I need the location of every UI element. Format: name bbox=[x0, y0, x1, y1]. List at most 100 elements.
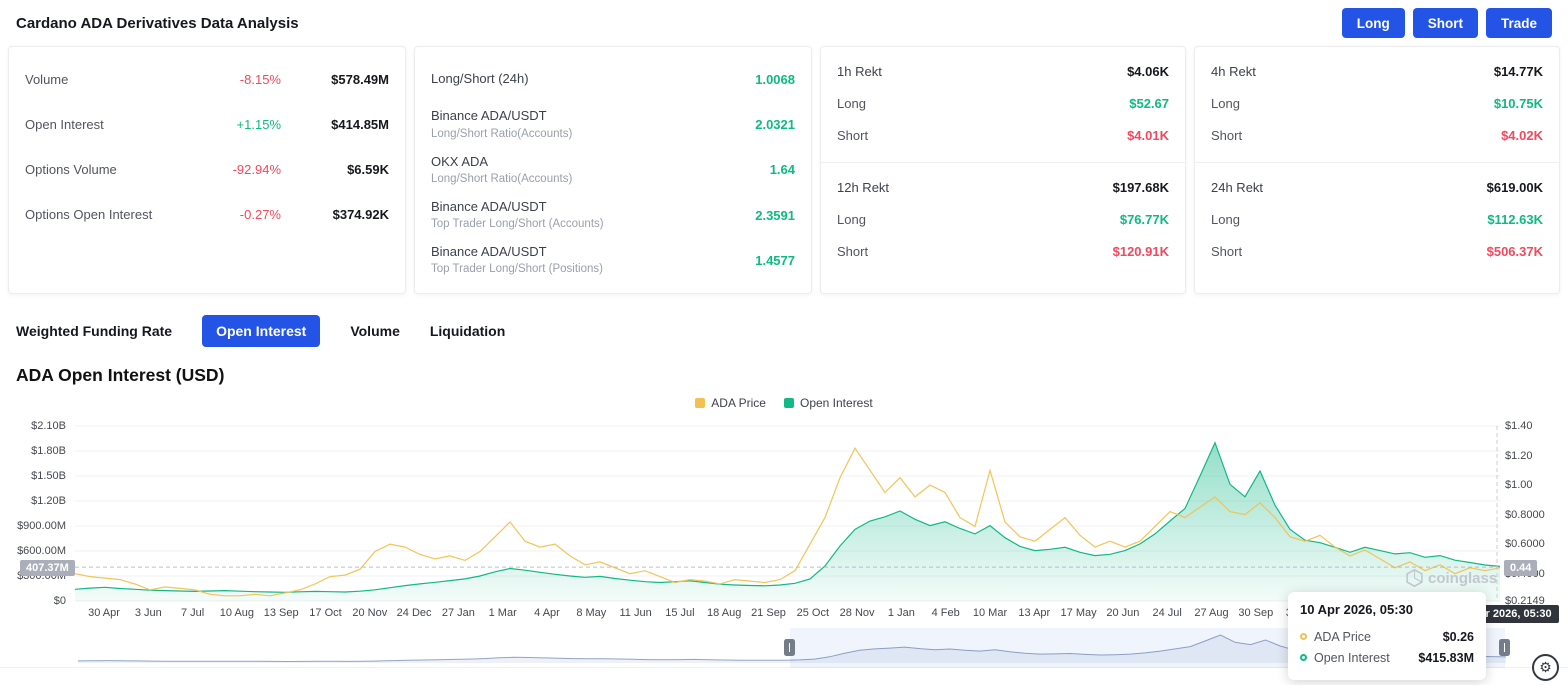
x-axis-label: 1 Mar bbox=[489, 607, 517, 619]
rekt-period-label: 24h Rekt bbox=[1211, 180, 1487, 195]
gear-icon: ⚙ bbox=[1539, 659, 1552, 676]
stats-card: Volume -8.15% $578.49M Open Interest +1.… bbox=[8, 46, 406, 294]
stat-label: Open Interest bbox=[25, 117, 205, 132]
x-axis-label: 1 Jan bbox=[888, 607, 915, 619]
tooltip-row-open-interest: Open Interest $415.83M bbox=[1300, 647, 1474, 668]
rekt-short-label: Short bbox=[1211, 244, 1487, 259]
rekt-total: $14.77K bbox=[1494, 64, 1543, 79]
rekt-short-label: Short bbox=[1211, 128, 1501, 143]
x-axis-label: 10 Aug bbox=[220, 607, 254, 619]
rekt-section-12h: 12h Rekt$197.68K Long$76.77K Short$120.9… bbox=[821, 163, 1185, 278]
y-axis-left-label: $2.10B bbox=[0, 420, 66, 432]
x-axis-label: 17 May bbox=[1061, 607, 1097, 619]
stat-change: -0.27% bbox=[205, 207, 281, 222]
x-axis-label: 21 Sep bbox=[751, 607, 786, 619]
x-axis-label: 3 Jun bbox=[135, 607, 162, 619]
ratio-row: Binance ADA/USDT Long/Short Ratio(Accoun… bbox=[431, 102, 795, 147]
rekt-short-value: $4.01K bbox=[1127, 128, 1169, 143]
legend-item-open-interest[interactable]: Open Interest bbox=[784, 396, 873, 410]
stat-label: Options Open Interest bbox=[25, 207, 205, 222]
ratio-row: OKX ADA Long/Short Ratio(Accounts) 1.64 bbox=[431, 147, 795, 192]
x-axis-label: 17 Oct bbox=[309, 607, 341, 619]
page-title: Cardano ADA Derivatives Data Analysis bbox=[16, 15, 299, 32]
y-axis-left-label: $600.00M bbox=[0, 545, 66, 557]
tab-open-interest[interactable]: Open Interest bbox=[202, 315, 320, 347]
tooltip-label: Open Interest bbox=[1314, 651, 1411, 665]
stat-change: -8.15% bbox=[205, 72, 281, 87]
rekt-total: $197.68K bbox=[1113, 180, 1169, 195]
stat-row-open-interest: Open Interest +1.15% $414.85M bbox=[25, 102, 389, 147]
chart-tooltip: 10 Apr 2026, 05:30 ADA Price $0.26 Open … bbox=[1288, 592, 1486, 680]
x-axis-label: 27 Jan bbox=[442, 607, 475, 619]
ratio-label: Binance ADA/USDT bbox=[431, 244, 755, 260]
header-actions: Long Short Trade bbox=[1342, 8, 1552, 38]
navigator-handle-left[interactable] bbox=[784, 639, 795, 656]
rekt-long-value: $52.67 bbox=[1129, 96, 1169, 111]
long-button[interactable]: Long bbox=[1342, 8, 1405, 38]
ratio-value: 2.3591 bbox=[755, 208, 795, 223]
tooltip-value: $0.26 bbox=[1443, 630, 1474, 644]
rekt-long-value: $10.75K bbox=[1494, 96, 1543, 111]
chart-tabs: Weighted Funding Rate Open Interest Volu… bbox=[0, 302, 1568, 353]
y-axis-right-label: $0.8000 bbox=[1505, 509, 1545, 521]
x-axis-label: 8 May bbox=[576, 607, 606, 619]
x-axis-label: 4 Apr bbox=[534, 607, 560, 619]
ratio-value: 1.4577 bbox=[755, 253, 795, 268]
ratio-sublabel: Top Trader Long/Short (Accounts) bbox=[431, 217, 755, 231]
summary-cards: Volume -8.15% $578.49M Open Interest +1.… bbox=[0, 46, 1568, 302]
rekt-section-4h: 4h Rekt$14.77K Long$10.75K Short$4.02K bbox=[1195, 47, 1559, 162]
x-axis-label: 13 Apr bbox=[1018, 607, 1050, 619]
chart-legend: ADA Price Open Interest bbox=[0, 396, 1568, 410]
rekt-section-24h: 24h Rekt$619.00K Long$112.63K Short$506.… bbox=[1195, 163, 1559, 278]
y-axis-right-label: $1.20 bbox=[1505, 450, 1533, 462]
x-axis-label: 24 Dec bbox=[397, 607, 432, 619]
x-axis-label: 7 Jul bbox=[181, 607, 204, 619]
y-axis-right-label: $0.6000 bbox=[1505, 538, 1545, 550]
stat-value: $6.59K bbox=[309, 162, 389, 177]
watermark-text: coinglass bbox=[1428, 570, 1497, 587]
rekt-long-label: Long bbox=[837, 96, 1129, 111]
ratio-row: Long/Short (24h) 1.0068 bbox=[431, 57, 795, 102]
rekt-long-label: Long bbox=[837, 212, 1120, 227]
x-axis-label: 11 Jun bbox=[619, 607, 651, 619]
ratio-value: 1.64 bbox=[770, 162, 795, 177]
y-axis-left-label: $900.00M bbox=[0, 520, 66, 532]
ratio-sublabel: Long/Short Ratio(Accounts) bbox=[431, 172, 770, 186]
short-button[interactable]: Short bbox=[1413, 8, 1478, 38]
legend-item-ada-price[interactable]: ADA Price bbox=[695, 396, 766, 410]
stat-change: -92.94% bbox=[205, 162, 281, 177]
trade-button[interactable]: Trade bbox=[1486, 8, 1552, 38]
rekt-card-4h-24h: 4h Rekt$14.77K Long$10.75K Short$4.02K 2… bbox=[1194, 46, 1560, 294]
ratio-label: OKX ADA bbox=[431, 154, 770, 170]
x-axis-label: 27 Aug bbox=[1194, 607, 1228, 619]
ratio-value: 1.0068 bbox=[755, 72, 795, 87]
x-axis-label: 20 Nov bbox=[352, 607, 387, 619]
y-axis-left-label: $0 bbox=[0, 595, 66, 607]
y-axis-right-label: $1.40 bbox=[1505, 420, 1533, 432]
rekt-short-value: $120.91K bbox=[1113, 244, 1169, 259]
stat-label: Volume bbox=[25, 72, 205, 87]
stat-change: +1.15% bbox=[205, 117, 281, 132]
rekt-period-label: 1h Rekt bbox=[837, 64, 1127, 79]
y-axis-left-label: $1.50B bbox=[0, 470, 66, 482]
ratio-row: Binance ADA/USDT Top Trader Long/Short (… bbox=[431, 238, 795, 283]
rekt-short-value: $506.37K bbox=[1487, 244, 1543, 259]
stat-row-options-open-interest: Options Open Interest -0.27% $374.92K bbox=[25, 192, 389, 237]
rekt-section-1h: 1h Rekt$4.06K Long$52.67 Short$4.01K bbox=[821, 47, 1185, 162]
x-axis-label: 24 Jul bbox=[1153, 607, 1182, 619]
ratio-row: Binance ADA/USDT Top Trader Long/Short (… bbox=[431, 193, 795, 238]
rekt-period-label: 12h Rekt bbox=[837, 180, 1113, 195]
tab-weighted-funding-rate[interactable]: Weighted Funding Rate bbox=[16, 323, 172, 339]
x-axis-label: 18 Aug bbox=[707, 607, 741, 619]
stat-label: Options Volume bbox=[25, 162, 205, 177]
stat-row-volume: Volume -8.15% $578.49M bbox=[25, 57, 389, 102]
navigator-handle-right[interactable] bbox=[1499, 639, 1510, 656]
x-axis-label: 28 Nov bbox=[840, 607, 875, 619]
tab-liquidation[interactable]: Liquidation bbox=[430, 323, 505, 339]
y-axis-left-label: $1.80B bbox=[0, 445, 66, 457]
settings-gear-button[interactable]: ⚙ bbox=[1532, 654, 1559, 681]
x-axis-label: 30 Sep bbox=[1238, 607, 1273, 619]
ratio-sublabel: Top Trader Long/Short (Positions) bbox=[431, 262, 755, 276]
rekt-short-value: $4.02K bbox=[1501, 128, 1543, 143]
tab-volume[interactable]: Volume bbox=[350, 323, 400, 339]
